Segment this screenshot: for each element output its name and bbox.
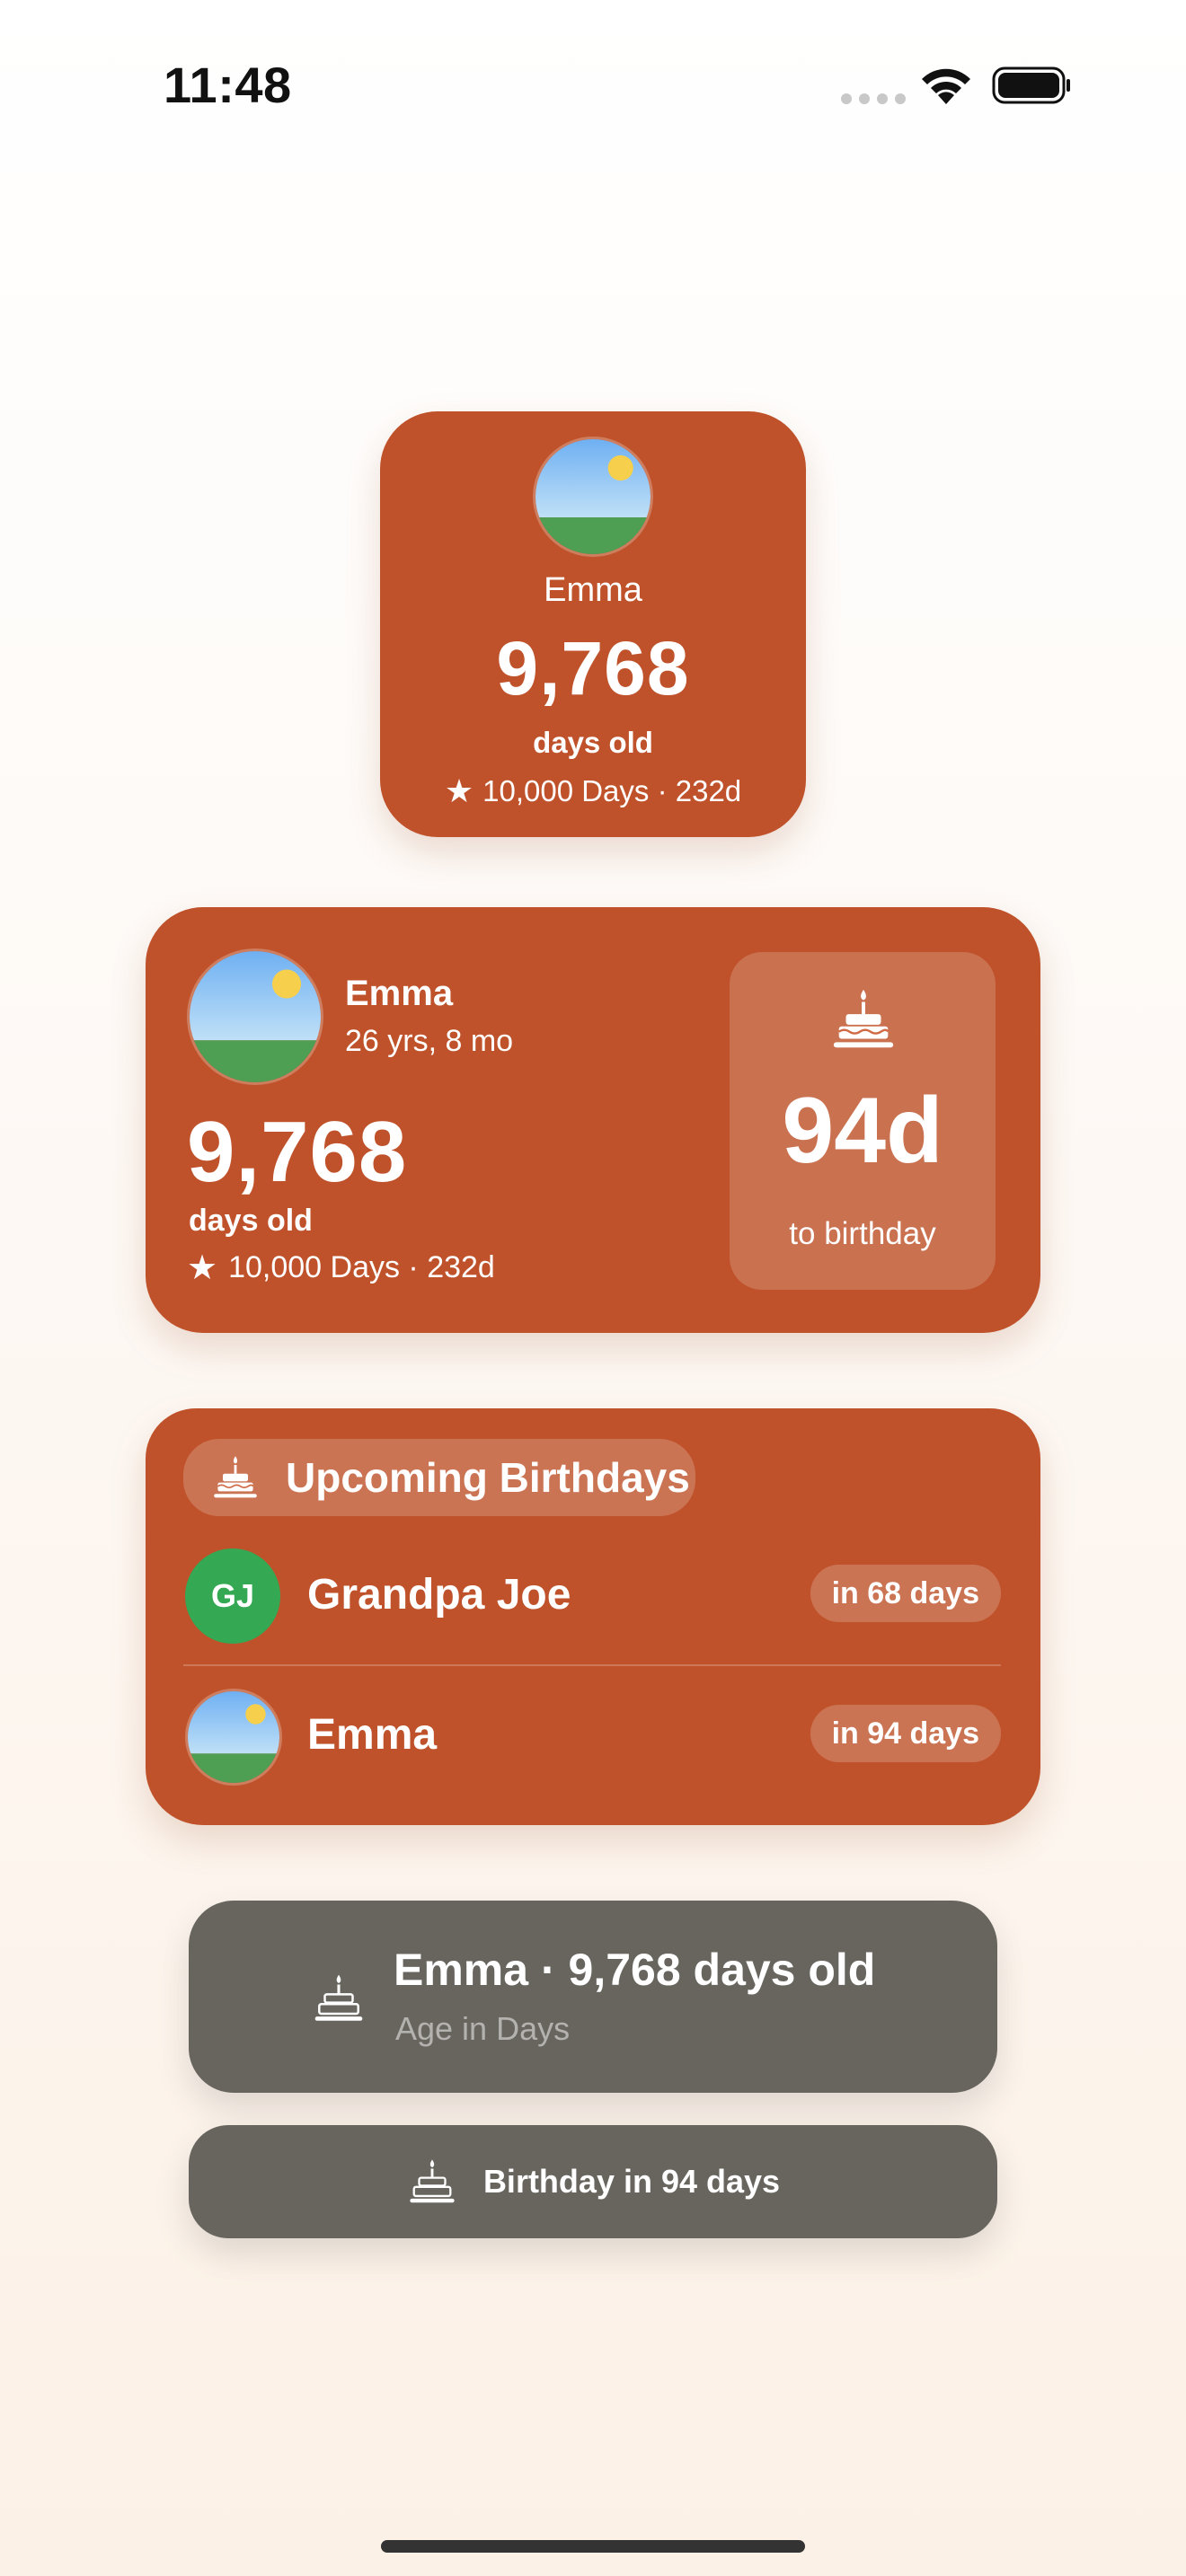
age-detail: 26 yrs, 8 mo xyxy=(345,1024,514,1058)
landscape-photo-icon xyxy=(190,951,321,1082)
cellular-signal-icon xyxy=(841,93,906,104)
star-icon: ★ xyxy=(187,1248,218,1287)
days-label: days old xyxy=(533,726,653,759)
list-item[interactable]: GJ Grandpa Joe in 68 days xyxy=(183,1545,1001,1645)
birthday-cake-icon xyxy=(410,2159,455,2203)
birthday-countdown: 94d xyxy=(782,1079,943,1183)
section-title: Upcoming Birthdays xyxy=(286,1454,690,1501)
inline-text: Birthday in 94 days xyxy=(482,2163,781,2200)
small-age-widget[interactable]: Emma 9,768 days old ★ 10,000 Days · 232d xyxy=(380,411,806,837)
initials-text: GJ xyxy=(210,1577,255,1614)
days-until-badge: in 94 days xyxy=(810,1705,1001,1762)
birthday-cake-icon xyxy=(833,989,894,1048)
days-count: 9,768 xyxy=(496,626,690,710)
home-indicator[interactable] xyxy=(381,2540,805,2553)
landscape-photo-icon xyxy=(535,439,651,554)
widget-name: Emma xyxy=(345,974,454,1013)
upcoming-birthdays-widget[interactable]: Upcoming Birthdays GJ Grandpa Joe in 68 … xyxy=(146,1408,1040,1825)
milestone-row: ★ 10,000 Days · 232d xyxy=(380,774,806,808)
milestone-row: ★ 10,000 Days · 232d xyxy=(187,1250,495,1285)
section-header: Upcoming Birthdays xyxy=(183,1439,695,1516)
landscape-photo-icon xyxy=(188,1691,279,1783)
birthday-cake-icon xyxy=(314,1974,363,2021)
days-label: days old xyxy=(189,1204,313,1238)
widget-subtitle: Age in Days xyxy=(395,2010,571,2047)
widget-name: Emma xyxy=(544,571,642,609)
battery-icon xyxy=(992,66,1070,104)
birthday-cake-icon xyxy=(214,1456,257,1498)
avatar xyxy=(185,1689,282,1786)
person-name: Grandpa Joe xyxy=(307,1571,571,1619)
birthday-countdown-panel: 94d to birthday xyxy=(730,952,996,1290)
lockscreen-rectangular-widget[interactable]: Emma · 9,768 days old Age in Days xyxy=(189,1901,997,2093)
wifi-icon xyxy=(922,68,970,104)
status-time: 11:48 xyxy=(164,57,292,113)
star-icon: ★ xyxy=(444,772,474,809)
milestone-text: 10,000 Days · 232d xyxy=(228,1250,495,1284)
countdown-label: to birthday xyxy=(789,1216,936,1251)
avatar xyxy=(533,437,653,557)
list-item[interactable]: Emma in 94 days xyxy=(183,1685,1001,1786)
lockscreen-inline-widget[interactable]: Birthday in 94 days xyxy=(189,2125,997,2238)
avatar xyxy=(187,948,323,1085)
days-until-badge: in 68 days xyxy=(810,1565,1001,1622)
person-name: Emma xyxy=(307,1711,438,1759)
widget-title: Emma · 9,768 days old xyxy=(394,1945,876,1995)
divider xyxy=(183,1664,1001,1666)
medium-age-widget[interactable]: Emma 26 yrs, 8 mo 9,768 days old ★ 10,00… xyxy=(146,907,1040,1333)
initials-avatar: GJ xyxy=(185,1548,280,1644)
milestone-text: 10,000 Days · 232d xyxy=(482,774,742,807)
days-count: 9,768 xyxy=(187,1104,408,1200)
